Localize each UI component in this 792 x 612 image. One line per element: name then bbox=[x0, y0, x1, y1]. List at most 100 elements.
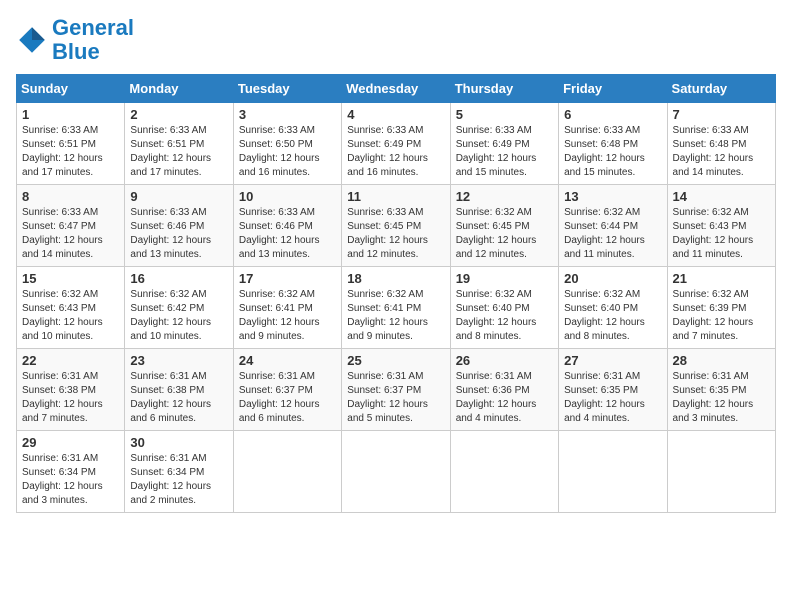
calendar-cell: 6 Sunrise: 6:33 AMSunset: 6:48 PMDaylight… bbox=[559, 103, 667, 185]
day-detail: Sunrise: 6:32 AMSunset: 6:45 PMDaylight:… bbox=[456, 206, 553, 262]
day-detail: Sunrise: 6:32 AMSunset: 6:44 PMDaylight:… bbox=[564, 206, 661, 262]
day-number: 21 bbox=[673, 271, 770, 286]
calendar-cell: 8 Sunrise: 6:33 AMSunset: 6:47 PMDaylight… bbox=[17, 185, 125, 267]
calendar-cell bbox=[233, 431, 341, 513]
day-number: 29 bbox=[22, 435, 119, 450]
day-number: 13 bbox=[564, 189, 661, 204]
day-number: 7 bbox=[673, 107, 770, 122]
calendar-cell: 22Sunrise: 6:31 AMSunset: 6:38 PMDayligh… bbox=[17, 349, 125, 431]
day-detail: Sunrise: 6:32 AMSunset: 6:43 PMDaylight:… bbox=[673, 206, 770, 262]
calendar-cell: 9 Sunrise: 6:33 AMSunset: 6:46 PMDaylight… bbox=[125, 185, 233, 267]
day-detail: Sunrise: 6:31 AMSunset: 6:34 PMDaylight:… bbox=[130, 452, 227, 508]
day-number: 17 bbox=[239, 271, 336, 286]
calendar-cell: 14 Sunrise: 6:32 AMSunset: 6:43 PMDayligh… bbox=[667, 185, 775, 267]
day-detail: Sunrise: 6:31 AMSunset: 6:34 PMDaylight:… bbox=[22, 452, 119, 508]
weekday-header-friday: Friday bbox=[559, 75, 667, 103]
day-detail: Sunrise: 6:33 AMSunset: 6:51 PMDaylight:… bbox=[22, 124, 119, 180]
weekday-header-wednesday: Wednesday bbox=[342, 75, 450, 103]
logo-text: General Blue bbox=[52, 16, 134, 64]
calendar-cell: 13 Sunrise: 6:32 AMSunset: 6:44 PMDayligh… bbox=[559, 185, 667, 267]
day-detail: Sunrise: 6:32 AMSunset: 6:42 PMDaylight:… bbox=[130, 288, 227, 344]
calendar-cell: 10 Sunrise: 6:33 AMSunset: 6:46 PMDayligh… bbox=[233, 185, 341, 267]
day-number: 27 bbox=[564, 353, 661, 368]
day-detail: Sunrise: 6:33 AMSunset: 6:45 PMDaylight:… bbox=[347, 206, 444, 262]
day-detail: Sunrise: 6:31 AMSunset: 6:38 PMDaylight:… bbox=[130, 370, 227, 426]
calendar-cell: 5 Sunrise: 6:33 AMSunset: 6:49 PMDaylight… bbox=[450, 103, 558, 185]
day-number: 19 bbox=[456, 271, 553, 286]
calendar-cell: 24 Sunrise: 6:31 AMSunset: 6:37 PMDayligh… bbox=[233, 349, 341, 431]
calendar-cell bbox=[667, 431, 775, 513]
calendar-cell bbox=[342, 431, 450, 513]
day-detail: Sunrise: 6:32 AMSunset: 6:40 PMDaylight:… bbox=[456, 288, 553, 344]
calendar-cell bbox=[559, 431, 667, 513]
calendar-cell: 18 Sunrise: 6:32 AMSunset: 6:41 PMDayligh… bbox=[342, 267, 450, 349]
day-detail: Sunrise: 6:33 AMSunset: 6:46 PMDaylight:… bbox=[239, 206, 336, 262]
logo: General Blue bbox=[16, 16, 134, 64]
weekday-header-saturday: Saturday bbox=[667, 75, 775, 103]
day-detail: Sunrise: 6:33 AMSunset: 6:47 PMDaylight:… bbox=[22, 206, 119, 262]
calendar-cell: 19 Sunrise: 6:32 AMSunset: 6:40 PMDayligh… bbox=[450, 267, 558, 349]
day-number: 25 bbox=[347, 353, 444, 368]
day-detail: Sunrise: 6:31 AMSunset: 6:37 PMDaylight:… bbox=[239, 370, 336, 426]
day-detail: Sunrise: 6:31 AMSunset: 6:35 PMDaylight:… bbox=[564, 370, 661, 426]
calendar-cell: 20 Sunrise: 6:32 AMSunset: 6:40 PMDayligh… bbox=[559, 267, 667, 349]
day-number: 11 bbox=[347, 189, 444, 204]
calendar-cell: 25 Sunrise: 6:31 AMSunset: 6:37 PMDayligh… bbox=[342, 349, 450, 431]
calendar-cell: 2 Sunrise: 6:33 AMSunset: 6:51 PMDaylight… bbox=[125, 103, 233, 185]
calendar-cell: 17 Sunrise: 6:32 AMSunset: 6:41 PMDayligh… bbox=[233, 267, 341, 349]
day-detail: Sunrise: 6:33 AMSunset: 6:48 PMDaylight:… bbox=[673, 124, 770, 180]
day-number: 18 bbox=[347, 271, 444, 286]
day-detail: Sunrise: 6:31 AMSunset: 6:37 PMDaylight:… bbox=[347, 370, 444, 426]
day-number: 8 bbox=[22, 189, 119, 204]
day-detail: Sunrise: 6:33 AMSunset: 6:51 PMDaylight:… bbox=[130, 124, 227, 180]
weekday-header-thursday: Thursday bbox=[450, 75, 558, 103]
day-detail: Sunrise: 6:31 AMSunset: 6:36 PMDaylight:… bbox=[456, 370, 553, 426]
day-number: 20 bbox=[564, 271, 661, 286]
day-number: 4 bbox=[347, 107, 444, 122]
day-detail: Sunrise: 6:33 AMSunset: 6:46 PMDaylight:… bbox=[130, 206, 227, 262]
calendar-cell: 7 Sunrise: 6:33 AMSunset: 6:48 PMDaylight… bbox=[667, 103, 775, 185]
weekday-header-tuesday: Tuesday bbox=[233, 75, 341, 103]
day-number: 3 bbox=[239, 107, 336, 122]
calendar-cell: 27 Sunrise: 6:31 AMSunset: 6:35 PMDayligh… bbox=[559, 349, 667, 431]
day-number: 9 bbox=[130, 189, 227, 204]
day-number: 26 bbox=[456, 353, 553, 368]
calendar-cell: 12 Sunrise: 6:32 AMSunset: 6:45 PMDayligh… bbox=[450, 185, 558, 267]
day-number: 5 bbox=[456, 107, 553, 122]
calendar-cell bbox=[450, 431, 558, 513]
weekday-header-sunday: Sunday bbox=[17, 75, 125, 103]
day-number: 23 bbox=[130, 353, 227, 368]
calendar-cell: 16Sunrise: 6:32 AMSunset: 6:42 PMDayligh… bbox=[125, 267, 233, 349]
calendar-cell: 3 Sunrise: 6:33 AMSunset: 6:50 PMDaylight… bbox=[233, 103, 341, 185]
day-number: 24 bbox=[239, 353, 336, 368]
day-detail: Sunrise: 6:32 AMSunset: 6:39 PMDaylight:… bbox=[673, 288, 770, 344]
day-detail: Sunrise: 6:32 AMSunset: 6:41 PMDaylight:… bbox=[347, 288, 444, 344]
calendar-cell: 30 Sunrise: 6:31 AMSunset: 6:34 PMDayligh… bbox=[125, 431, 233, 513]
calendar-cell: 11 Sunrise: 6:33 AMSunset: 6:45 PMDayligh… bbox=[342, 185, 450, 267]
day-detail: Sunrise: 6:32 AMSunset: 6:40 PMDaylight:… bbox=[564, 288, 661, 344]
day-detail: Sunrise: 6:33 AMSunset: 6:48 PMDaylight:… bbox=[564, 124, 661, 180]
day-detail: Sunrise: 6:31 AMSunset: 6:35 PMDaylight:… bbox=[673, 370, 770, 426]
day-detail: Sunrise: 6:33 AMSunset: 6:50 PMDaylight:… bbox=[239, 124, 336, 180]
day-detail: Sunrise: 6:32 AMSunset: 6:43 PMDaylight:… bbox=[22, 288, 119, 344]
calendar-cell: 28Sunrise: 6:31 AMSunset: 6:35 PMDayligh… bbox=[667, 349, 775, 431]
day-number: 30 bbox=[130, 435, 227, 450]
calendar-cell: 4Sunrise: 6:33 AMSunset: 6:49 PMDaylight… bbox=[342, 103, 450, 185]
day-detail: Sunrise: 6:33 AMSunset: 6:49 PMDaylight:… bbox=[456, 124, 553, 180]
day-number: 14 bbox=[673, 189, 770, 204]
day-number: 12 bbox=[456, 189, 553, 204]
logo-icon bbox=[16, 24, 48, 56]
day-number: 1 bbox=[22, 107, 119, 122]
calendar-cell: 15 Sunrise: 6:32 AMSunset: 6:43 PMDayligh… bbox=[17, 267, 125, 349]
day-number: 15 bbox=[22, 271, 119, 286]
day-number: 10 bbox=[239, 189, 336, 204]
calendar-table: SundayMondayTuesdayWednesdayThursdayFrid… bbox=[16, 74, 776, 513]
weekday-header-monday: Monday bbox=[125, 75, 233, 103]
calendar-cell: 21 Sunrise: 6:32 AMSunset: 6:39 PMDayligh… bbox=[667, 267, 775, 349]
calendar-cell: 26 Sunrise: 6:31 AMSunset: 6:36 PMDayligh… bbox=[450, 349, 558, 431]
day-number: 6 bbox=[564, 107, 661, 122]
day-number: 2 bbox=[130, 107, 227, 122]
day-detail: Sunrise: 6:32 AMSunset: 6:41 PMDaylight:… bbox=[239, 288, 336, 344]
day-number: 22 bbox=[22, 353, 119, 368]
calendar-cell: 29 Sunrise: 6:31 AMSunset: 6:34 PMDayligh… bbox=[17, 431, 125, 513]
